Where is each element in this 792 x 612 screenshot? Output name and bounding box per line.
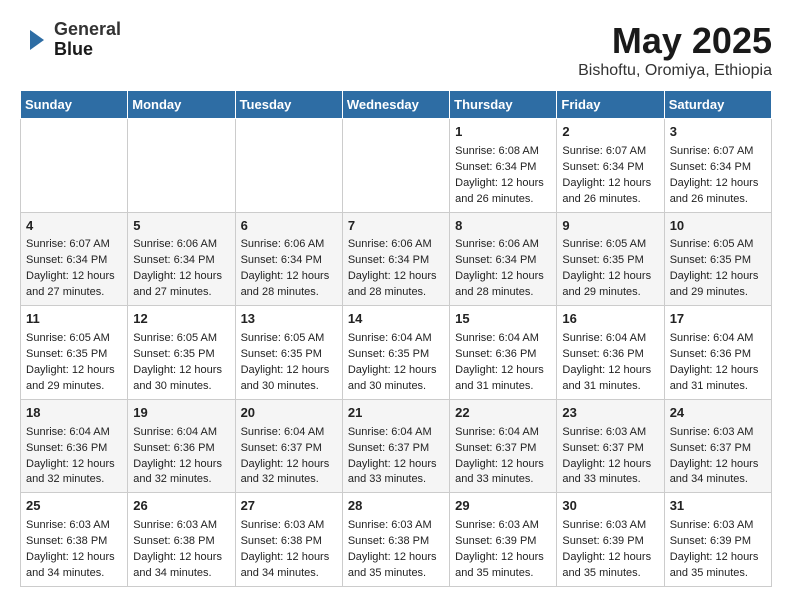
calendar-cell: 29Sunrise: 6:03 AMSunset: 6:39 PMDayligh… (450, 493, 557, 587)
day-number: 1 (455, 123, 551, 142)
day-number: 27 (241, 497, 337, 516)
day-number: 9 (562, 217, 658, 236)
calendar-cell: 30Sunrise: 6:03 AMSunset: 6:39 PMDayligh… (557, 493, 664, 587)
calendar-week-4: 18Sunrise: 6:04 AMSunset: 6:36 PMDayligh… (21, 399, 772, 493)
day-number: 11 (26, 310, 122, 329)
calendar-cell: 4Sunrise: 6:07 AMSunset: 6:34 PMDaylight… (21, 212, 128, 306)
month-title: May 2025 (578, 20, 772, 62)
calendar-cell: 10Sunrise: 6:05 AMSunset: 6:35 PMDayligh… (664, 212, 771, 306)
calendar-cell (128, 119, 235, 213)
calendar-cell: 17Sunrise: 6:04 AMSunset: 6:36 PMDayligh… (664, 306, 771, 400)
calendar-cell: 14Sunrise: 6:04 AMSunset: 6:35 PMDayligh… (342, 306, 449, 400)
location: Bishoftu, Oromiya, Ethiopia (578, 62, 772, 80)
day-number: 15 (455, 310, 551, 329)
title-block: May 2025 Bishoftu, Oromiya, Ethiopia (578, 20, 772, 80)
calendar-cell: 8Sunrise: 6:06 AMSunset: 6:34 PMDaylight… (450, 212, 557, 306)
calendar-cell: 12Sunrise: 6:05 AMSunset: 6:35 PMDayligh… (128, 306, 235, 400)
day-number: 18 (26, 404, 122, 423)
calendar-table: SundayMondayTuesdayWednesdayThursdayFrid… (20, 90, 772, 587)
calendar-cell: 11Sunrise: 6:05 AMSunset: 6:35 PMDayligh… (21, 306, 128, 400)
day-number: 2 (562, 123, 658, 142)
calendar-cell: 18Sunrise: 6:04 AMSunset: 6:36 PMDayligh… (21, 399, 128, 493)
day-number: 25 (26, 497, 122, 516)
calendar-cell: 24Sunrise: 6:03 AMSunset: 6:37 PMDayligh… (664, 399, 771, 493)
day-number: 16 (562, 310, 658, 329)
dow-header-monday: Monday (128, 91, 235, 119)
calendar-cell: 1Sunrise: 6:08 AMSunset: 6:34 PMDaylight… (450, 119, 557, 213)
calendar-cell: 9Sunrise: 6:05 AMSunset: 6:35 PMDaylight… (557, 212, 664, 306)
day-number: 29 (455, 497, 551, 516)
calendar-cell: 26Sunrise: 6:03 AMSunset: 6:38 PMDayligh… (128, 493, 235, 587)
page-header: General Blue May 2025 Bishoftu, Oromiya,… (20, 20, 772, 80)
logo: General Blue (20, 20, 121, 60)
day-number: 31 (670, 497, 766, 516)
calendar-cell: 25Sunrise: 6:03 AMSunset: 6:38 PMDayligh… (21, 493, 128, 587)
calendar-week-3: 11Sunrise: 6:05 AMSunset: 6:35 PMDayligh… (21, 306, 772, 400)
dow-header-thursday: Thursday (450, 91, 557, 119)
logo-line1: General (54, 20, 121, 40)
day-number: 4 (26, 217, 122, 236)
dow-header-tuesday: Tuesday (235, 91, 342, 119)
calendar-week-5: 25Sunrise: 6:03 AMSunset: 6:38 PMDayligh… (21, 493, 772, 587)
calendar-cell: 20Sunrise: 6:04 AMSunset: 6:37 PMDayligh… (235, 399, 342, 493)
calendar-cell: 27Sunrise: 6:03 AMSunset: 6:38 PMDayligh… (235, 493, 342, 587)
day-number: 17 (670, 310, 766, 329)
calendar-cell (235, 119, 342, 213)
logo-line2: Blue (54, 40, 121, 60)
dow-header-friday: Friday (557, 91, 664, 119)
day-number: 8 (455, 217, 551, 236)
day-number: 13 (241, 310, 337, 329)
calendar-cell: 22Sunrise: 6:04 AMSunset: 6:37 PMDayligh… (450, 399, 557, 493)
day-number: 20 (241, 404, 337, 423)
calendar-cell: 31Sunrise: 6:03 AMSunset: 6:39 PMDayligh… (664, 493, 771, 587)
calendar-cell: 19Sunrise: 6:04 AMSunset: 6:36 PMDayligh… (128, 399, 235, 493)
calendar-cell: 16Sunrise: 6:04 AMSunset: 6:36 PMDayligh… (557, 306, 664, 400)
calendar-week-2: 4Sunrise: 6:07 AMSunset: 6:34 PMDaylight… (21, 212, 772, 306)
day-number: 7 (348, 217, 444, 236)
dow-header-sunday: Sunday (21, 91, 128, 119)
day-number: 30 (562, 497, 658, 516)
calendar-cell: 7Sunrise: 6:06 AMSunset: 6:34 PMDaylight… (342, 212, 449, 306)
calendar-cell: 13Sunrise: 6:05 AMSunset: 6:35 PMDayligh… (235, 306, 342, 400)
day-number: 12 (133, 310, 229, 329)
calendar-body: 1Sunrise: 6:08 AMSunset: 6:34 PMDaylight… (21, 119, 772, 587)
day-number: 19 (133, 404, 229, 423)
dow-header-saturday: Saturday (664, 91, 771, 119)
calendar-week-1: 1Sunrise: 6:08 AMSunset: 6:34 PMDaylight… (21, 119, 772, 213)
dow-header-wednesday: Wednesday (342, 91, 449, 119)
day-number: 23 (562, 404, 658, 423)
calendar-cell: 5Sunrise: 6:06 AMSunset: 6:34 PMDaylight… (128, 212, 235, 306)
calendar-cell: 21Sunrise: 6:04 AMSunset: 6:37 PMDayligh… (342, 399, 449, 493)
day-number: 24 (670, 404, 766, 423)
calendar-cell (21, 119, 128, 213)
day-number: 5 (133, 217, 229, 236)
calendar-cell: 2Sunrise: 6:07 AMSunset: 6:34 PMDaylight… (557, 119, 664, 213)
calendar-cell: 15Sunrise: 6:04 AMSunset: 6:36 PMDayligh… (450, 306, 557, 400)
calendar-cell: 3Sunrise: 6:07 AMSunset: 6:34 PMDaylight… (664, 119, 771, 213)
calendar-cell (342, 119, 449, 213)
day-number: 3 (670, 123, 766, 142)
logo-text: General Blue (54, 20, 121, 60)
calendar-cell: 28Sunrise: 6:03 AMSunset: 6:38 PMDayligh… (342, 493, 449, 587)
calendar-cell: 23Sunrise: 6:03 AMSunset: 6:37 PMDayligh… (557, 399, 664, 493)
day-number: 10 (670, 217, 766, 236)
day-number: 14 (348, 310, 444, 329)
day-number: 6 (241, 217, 337, 236)
logo-icon (20, 26, 48, 54)
day-number: 28 (348, 497, 444, 516)
days-of-week-row: SundayMondayTuesdayWednesdayThursdayFrid… (21, 91, 772, 119)
day-number: 26 (133, 497, 229, 516)
day-number: 21 (348, 404, 444, 423)
day-number: 22 (455, 404, 551, 423)
calendar-cell: 6Sunrise: 6:06 AMSunset: 6:34 PMDaylight… (235, 212, 342, 306)
